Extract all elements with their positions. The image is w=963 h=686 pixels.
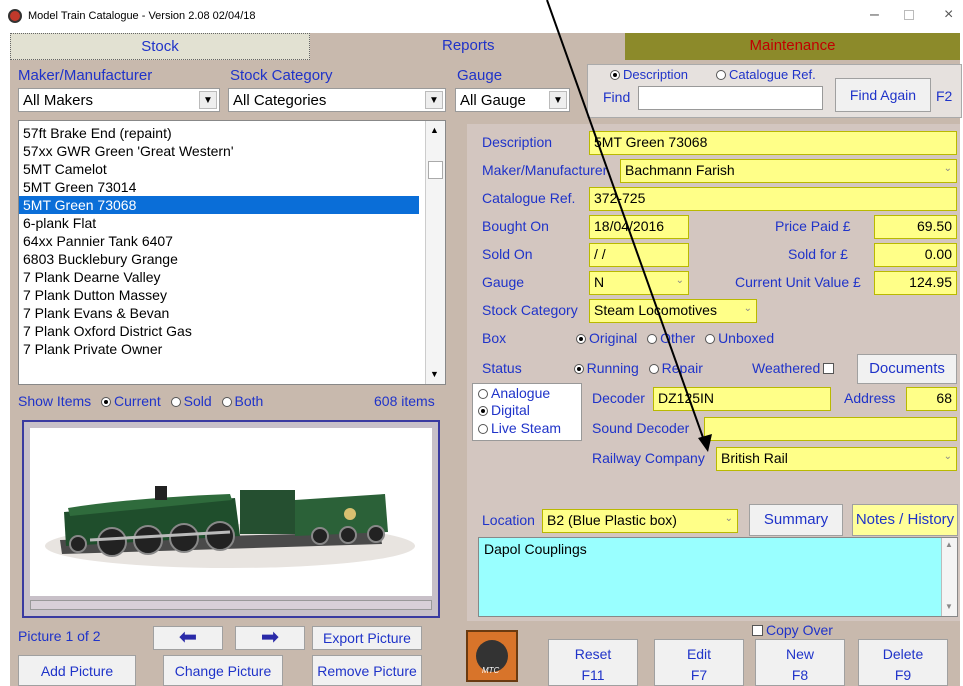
annotation-arrow — [546, 0, 712, 452]
